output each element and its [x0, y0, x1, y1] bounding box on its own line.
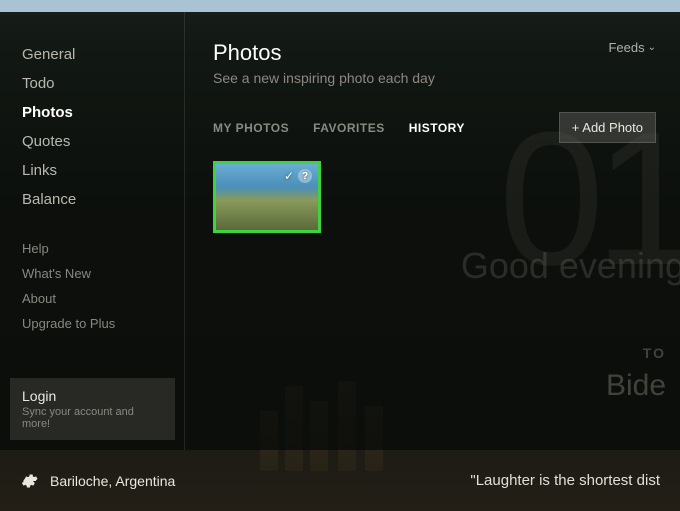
- tab-my-photos[interactable]: MY PHOTOS: [213, 121, 289, 135]
- gear-icon[interactable]: [20, 472, 38, 490]
- settings-sidebar: General Todo Photos Quotes Links Balance…: [0, 12, 185, 450]
- login-subtitle: Sync your account and more!: [22, 406, 163, 430]
- login-title: Login: [22, 388, 163, 404]
- location-text[interactable]: Bariloche, Argentina: [50, 473, 175, 489]
- feeds-label: Feeds: [608, 40, 644, 55]
- chevron-down-icon: ⌄: [648, 42, 656, 53]
- sidebar-item-whatsnew[interactable]: What's New: [22, 261, 184, 286]
- sidebar-item-links[interactable]: Links: [22, 156, 184, 185]
- sidebar-item-upgrade[interactable]: Upgrade to Plus: [22, 311, 184, 336]
- photo-thumbnail[interactable]: ✓ ?: [213, 161, 321, 233]
- footer-bar: Bariloche, Argentina "Laughter is the sh…: [0, 450, 680, 511]
- page-subtitle: See a new inspiring photo each day: [213, 70, 435, 86]
- quote-text[interactable]: "Laughter is the shortest dist: [470, 472, 660, 489]
- sidebar-item-photos[interactable]: Photos: [22, 98, 184, 127]
- tab-history[interactable]: HISTORY: [409, 121, 465, 135]
- add-photo-button[interactable]: + Add Photo: [559, 112, 656, 143]
- main-panel: Photos See a new inspiring photo each da…: [185, 12, 680, 450]
- sidebar-item-about[interactable]: About: [22, 286, 184, 311]
- login-button[interactable]: Login Sync your account and more!: [10, 378, 175, 440]
- sidebar-item-general[interactable]: General: [22, 40, 184, 69]
- sidebar-item-todo[interactable]: Todo: [22, 69, 184, 98]
- sidebar-item-balance[interactable]: Balance: [22, 185, 184, 214]
- sidebar-item-help[interactable]: Help: [22, 236, 184, 261]
- feeds-dropdown[interactable]: Feeds ⌄: [608, 40, 656, 55]
- tab-favorites[interactable]: FAVORITES: [313, 121, 385, 135]
- help-icon[interactable]: ?: [298, 169, 312, 183]
- sidebar-item-quotes[interactable]: Quotes: [22, 127, 184, 156]
- page-title: Photos: [213, 40, 435, 66]
- check-icon[interactable]: ✓: [284, 169, 294, 183]
